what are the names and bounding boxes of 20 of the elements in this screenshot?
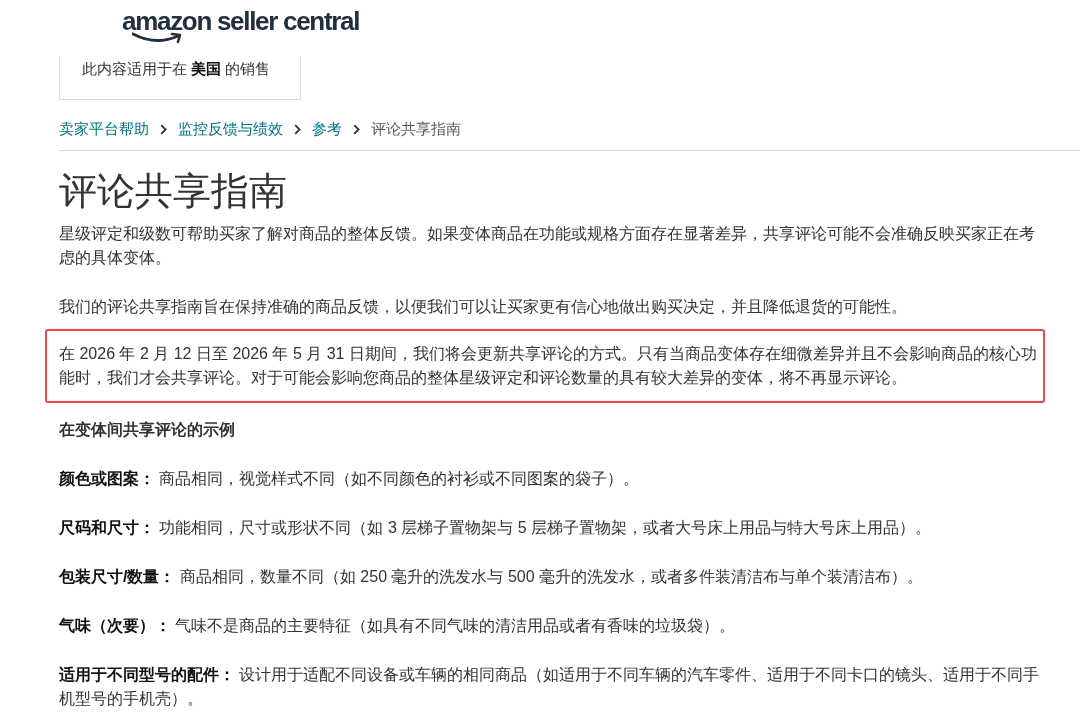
example-paragraph: 颜色或图案： 商品相同，视觉样式不同（如不同颜色的衬衫或不同图案的袋子）。: [59, 469, 641, 489]
section-heading: 在变体间共享评论的示例: [59, 420, 236, 440]
chevron-right-icon: [160, 123, 167, 135]
breadcrumb-current: 评论共享指南: [371, 119, 461, 139]
body-paragraph: 在 2026 年 2 月 12 日至 2026 年 5 月 31 日期间，我们将会更新共享评论的方式。只有当商品变体存在细微差异并且不会影响商品的核心功能时，我们才会共享评论。对于可能会影响您商品的整体星级评定和评论数量的具有较大差异的变体，将不再显示评论。: [59, 344, 1038, 388]
example-paragraph: 尺码和尺寸： 功能相同，尺寸或形状不同（如 3 层梯子置物架与 5 层梯子置物架，或者大号床上用品与特大号床上用品）。: [59, 518, 933, 538]
example-paragraph: 适用于不同型号的配件： 设计用于适配不同设备或车辆的相同商品（如适用于不同车辆的汽车零件、适用于不同卡口的镜头、适用于不同手机型号的手机壳）。: [59, 665, 1041, 709]
body-paragraph: 我们的评论共享指南旨在保持准确的商品反馈，以便我们可以让买家更有信心地做出购买决定，并且降低退货的可能性。: [59, 297, 908, 317]
logo-text: amazon seller central: [122, 5, 360, 38]
region-notice: 此内容适用于在 美国 的销售: [59, 56, 301, 100]
example-paragraph: 气味（次要）： 气味不是商品的主要特征（如具有不同气味的清洁用品或者有香味的垃圾袋）。: [59, 616, 737, 636]
body-paragraph: 星级评定和级数可帮助买家了解对商品的整体反馈。如果变体商品在功能或规格方面存在显著差异，共享评论可能不会准确反映买家正在考虑的具体变体。: [59, 224, 1036, 268]
breadcrumb-link[interactable]: 卖家平台帮助: [59, 117, 149, 141]
breadcrumb-link[interactable]: 监控反馈与绩效: [178, 117, 283, 141]
breadcrumb-link[interactable]: 参考: [312, 117, 342, 141]
chevron-right-icon: [353, 123, 360, 135]
page-title: 评论共享指南: [59, 169, 288, 213]
smile-arrow-icon: [132, 32, 184, 45]
chevron-right-icon: [294, 123, 301, 135]
example-paragraph: 包装尺寸/数量： 商品相同，数量不同（如 250 毫升的洗发水与 500 毫升的洗发水，或者多件装清洁布与单个装清洁布）。: [59, 567, 925, 587]
